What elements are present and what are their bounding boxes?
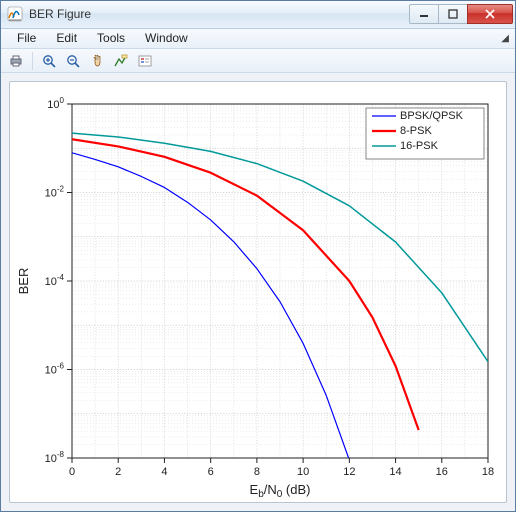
svg-text:10-2: 10-2	[45, 185, 65, 200]
legend-entry-1: 8-PSK	[400, 125, 432, 137]
svg-text:16: 16	[436, 466, 448, 478]
legend-entry-0: BPSK/QPSK	[400, 110, 464, 122]
legend-icon[interactable]	[134, 50, 156, 72]
zoom-out-icon[interactable]	[62, 50, 84, 72]
menu-tools[interactable]: Tools	[87, 29, 135, 47]
series-8-psk	[72, 139, 419, 430]
maximize-button[interactable]	[438, 4, 468, 24]
svg-text:18: 18	[482, 466, 494, 478]
menu-file[interactable]: File	[7, 29, 46, 47]
svg-text:10-8: 10-8	[45, 450, 65, 465]
svg-text:100: 100	[47, 96, 64, 111]
svg-text:2: 2	[115, 466, 121, 478]
pan-icon[interactable]	[86, 50, 108, 72]
svg-text:4: 4	[161, 466, 167, 478]
menu-edit[interactable]: Edit	[46, 29, 87, 47]
menu-window[interactable]: Window	[135, 29, 198, 47]
print-icon[interactable]	[5, 50, 27, 72]
menu-overflow-icon[interactable]: ◢	[501, 33, 509, 44]
svg-text:10-6: 10-6	[45, 362, 65, 377]
data-cursor-icon[interactable]	[110, 50, 132, 72]
svg-text:6: 6	[208, 466, 214, 478]
zoom-in-icon[interactable]	[38, 50, 60, 72]
svg-text:10: 10	[297, 466, 309, 478]
titlebar[interactable]: BER Figure	[1, 1, 515, 29]
figure-content: 0 2 4 6 8 10 12 14 16 18 100 10-2 10-4 10-6 10-8 Eb/N0 …	[1, 73, 515, 511]
legend-entry-2: 16-PSK	[400, 140, 439, 152]
svg-text:Eb/N0 (dB): Eb/N0 (dB)	[250, 482, 311, 500]
ber-chart[interactable]: 0 2 4 6 8 10 12 14 16 18 100 10-2 10-4 10-6 10-8 Eb/N0 …	[10, 82, 506, 502]
axes-panel[interactable]: 0 2 4 6 8 10 12 14 16 18 100 10-2 10-4 10-6 10-8 Eb/N0 …	[9, 81, 507, 503]
svg-text:12: 12	[343, 466, 355, 478]
toolbar	[1, 49, 515, 73]
window-title: BER Figure	[29, 7, 91, 21]
close-button[interactable]	[467, 4, 513, 24]
svg-text:0: 0	[69, 466, 75, 478]
menubar: File Edit Tools Window ◢	[1, 29, 515, 49]
svg-text:10-4: 10-4	[45, 273, 65, 288]
svg-text:8: 8	[254, 466, 260, 478]
app-icon	[7, 6, 23, 22]
figure-window: BER Figure File Edit Tools Window ◢	[0, 0, 516, 512]
svg-text:BER: BER	[16, 268, 31, 295]
minimize-button[interactable]	[409, 4, 439, 24]
svg-text:14: 14	[389, 466, 401, 478]
